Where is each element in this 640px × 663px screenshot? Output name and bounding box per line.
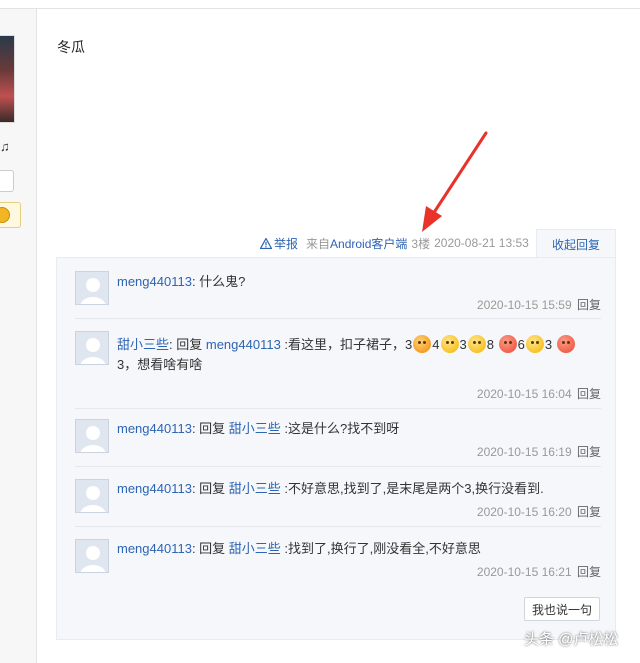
default-avatar-icon[interactable] bbox=[75, 539, 109, 573]
warning-icon bbox=[260, 237, 272, 249]
client-prefix: 来自 bbox=[306, 236, 331, 251]
reply-text: meng440113: 回复 甜小三些 :不好意思,找到了,是末尾是两个3,换行… bbox=[117, 479, 601, 499]
reply-content: :这是什么?找不到呀 bbox=[280, 421, 400, 436]
post-content: 冬瓜 bbox=[57, 39, 85, 55]
music-note-icon: ♫ bbox=[0, 139, 10, 154]
reply-target-user[interactable]: 甜小三些 bbox=[229, 481, 281, 496]
reply-text: meng440113: 回复 甜小三些 :找到了,换行了,刚没看全,不好意思 bbox=[117, 539, 601, 559]
reply-button[interactable]: 回复 bbox=[577, 445, 601, 459]
emoji-count: 6 bbox=[517, 337, 525, 352]
reply-button[interactable]: 回复 bbox=[577, 505, 601, 519]
report-link[interactable]: 举报 bbox=[260, 235, 302, 252]
reply-word: 回复 bbox=[195, 421, 229, 436]
reply-text: meng440113: 什么鬼? bbox=[117, 272, 601, 292]
emoji-icon bbox=[413, 335, 432, 353]
reply-time: 2020-10-15 16:04 bbox=[476, 387, 572, 401]
reply-target-user[interactable]: 甜小三些 bbox=[229, 541, 281, 556]
reply-button[interactable]: 回复 bbox=[577, 565, 601, 579]
reply-content: :不好意思,找到了,是末尾是两个3,换行没看到. bbox=[280, 481, 544, 496]
emoji-count: 8 bbox=[486, 337, 494, 352]
reply-target-user[interactable]: meng440113 bbox=[206, 337, 281, 352]
emoji-icon bbox=[440, 335, 459, 353]
reply-time: 2020-10-15 16:19 bbox=[476, 445, 572, 459]
reply-word: 回复 bbox=[195, 541, 229, 556]
emoji-icon bbox=[525, 335, 544, 353]
emoji-count: 3 bbox=[459, 337, 467, 352]
author-sidebar: ♫ bbox=[0, 9, 37, 663]
follow-button[interactable] bbox=[0, 170, 14, 192]
default-avatar-icon[interactable] bbox=[75, 271, 109, 305]
list-item: meng440113: 回复 甜小三些 :这是什么?找不到呀 2020-10-1… bbox=[75, 419, 601, 467]
author-avatar[interactable] bbox=[0, 35, 15, 123]
reply-meta: 2020-10-15 16:21 回复 bbox=[477, 563, 601, 580]
report-label: 举报 bbox=[274, 236, 299, 251]
add-comment-button[interactable]: 我也说一句 bbox=[524, 597, 600, 621]
reply-text: 甜小三些: 回复 meng440113 :看这里，扣子裙子，3 4 3 8 63 3，… bbox=[117, 335, 601, 375]
reply-meta: 2020-10-15 16:04 回复 bbox=[477, 385, 601, 402]
list-item: meng440113: 回复 甜小三些 :不好意思,找到了,是末尾是两个3,换行… bbox=[75, 479, 601, 527]
reply-time: 2020-10-15 16:21 bbox=[476, 565, 572, 579]
reply-word: 回复 bbox=[172, 337, 206, 352]
reply-content: :找到了,换行了,刚没看全,不好意思 bbox=[280, 541, 481, 556]
emoji-icon bbox=[556, 335, 575, 353]
post-meta: 举报 来自Android客户端 3楼 2020-08-21 13:53 bbox=[260, 234, 533, 252]
list-item: 甜小三些: 回复 meng440113 :看这里，扣子裙子，3 4 3 8 63 3，… bbox=[75, 331, 601, 409]
reply-list: meng440113: 什么鬼? 2020-10-15 15:59 回复 甜小三… bbox=[56, 257, 616, 640]
client-link[interactable]: Android客户端 bbox=[330, 237, 407, 251]
post-page: ♫ 冬瓜 举报 来自Android客户端 3楼 2020-08-21 13:53… bbox=[0, 0, 640, 663]
coin-badge-icon[interactable] bbox=[0, 202, 21, 228]
list-item: meng440113: 回复 甜小三些 :找到了,换行了,刚没看全,不好意思 2… bbox=[75, 539, 601, 586]
default-avatar-icon[interactable] bbox=[75, 479, 109, 513]
reply-content: 什么鬼? bbox=[195, 274, 246, 289]
reply-username[interactable]: meng440113 bbox=[117, 541, 192, 556]
reply-username[interactable]: meng440113 bbox=[117, 274, 192, 289]
default-avatar-icon[interactable] bbox=[75, 331, 109, 365]
reply-username[interactable]: meng440113 bbox=[117, 421, 192, 436]
collapse-replies-button[interactable]: 收起回复 bbox=[536, 229, 616, 259]
emoji-count: 4 bbox=[432, 337, 440, 352]
reply-time: 2020-10-15 15:59 bbox=[476, 298, 572, 312]
emoji-icon bbox=[498, 335, 517, 353]
reply-time: 2020-10-15 16:20 bbox=[476, 505, 572, 519]
reply-content-cont: 3，想看啥有啥 bbox=[117, 357, 203, 372]
divider bbox=[0, 8, 640, 9]
reply-content: :看这里，扣子裙子，3 bbox=[280, 337, 413, 352]
reply-meta: 2020-10-15 16:20 回复 bbox=[477, 503, 601, 520]
emoji-icon bbox=[467, 335, 486, 353]
reply-meta: 2020-10-15 16:19 回复 bbox=[477, 443, 601, 460]
emoji-count: 3 bbox=[544, 337, 553, 352]
reply-text: meng440113: 回复 甜小三些 :这是什么?找不到呀 bbox=[117, 419, 601, 439]
post-time: 2020-08-21 13:53 bbox=[434, 236, 529, 250]
default-avatar-icon[interactable] bbox=[75, 419, 109, 453]
floor-number: 3楼 bbox=[411, 236, 431, 251]
client-source: 来自Android客户端 bbox=[306, 235, 407, 252]
reply-meta: 2020-10-15 15:59 回复 bbox=[477, 296, 601, 313]
watermark: 头条 @卢松松 bbox=[524, 631, 619, 648]
reply-word: 回复 bbox=[195, 481, 229, 496]
reply-target-user[interactable]: 甜小三些 bbox=[229, 421, 281, 436]
list-item: meng440113: 什么鬼? 2020-10-15 15:59 回复 bbox=[75, 271, 601, 319]
reply-button[interactable]: 回复 bbox=[577, 298, 601, 312]
reply-username[interactable]: meng440113 bbox=[117, 481, 192, 496]
reply-button[interactable]: 回复 bbox=[577, 387, 601, 401]
reply-username[interactable]: 甜小三些 bbox=[117, 337, 169, 352]
